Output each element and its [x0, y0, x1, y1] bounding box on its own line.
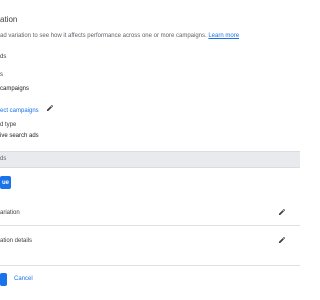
section-bar: ds: [0, 151, 300, 168]
row-divider: [0, 225, 300, 226]
campaigns-label: s: [0, 72, 3, 78]
continue-button[interactable]: ue: [0, 176, 11, 189]
section-bar-label: ds: [0, 156, 7, 162]
footer-divider: [0, 265, 300, 266]
continue-button-label: ue: [1, 179, 9, 186]
description-text: ad variation to see how it affects perfo…: [0, 33, 207, 39]
page-description: ad variation to see how it affects perfo…: [0, 33, 239, 39]
select-campaigns-row[interactable]: ect campaigns: [0, 99, 54, 117]
learn-more-link[interactable]: Learn more: [208, 33, 239, 39]
ad-type-label: d type: [0, 122, 17, 128]
select-campaigns-link[interactable]: ect campaigns: [0, 108, 39, 114]
pencil-icon[interactable]: [46, 104, 54, 112]
edit-variation-pencil-icon[interactable]: [278, 208, 286, 216]
ad-type-value: ive search ads: [0, 133, 39, 139]
save-button[interactable]: [0, 273, 7, 286]
page-title: ation: [0, 15, 18, 24]
details-row-label: ation details: [0, 238, 33, 244]
edit-details-pencil-icon[interactable]: [278, 236, 286, 244]
section-label: ds: [0, 54, 7, 60]
variation-row-label: ariation: [0, 210, 20, 216]
campaigns-value: campaigns: [0, 86, 30, 92]
cancel-button[interactable]: Cancel: [14, 276, 33, 282]
ad-variation-panel: ation ad variation to see how it affects…: [0, 0, 300, 300]
